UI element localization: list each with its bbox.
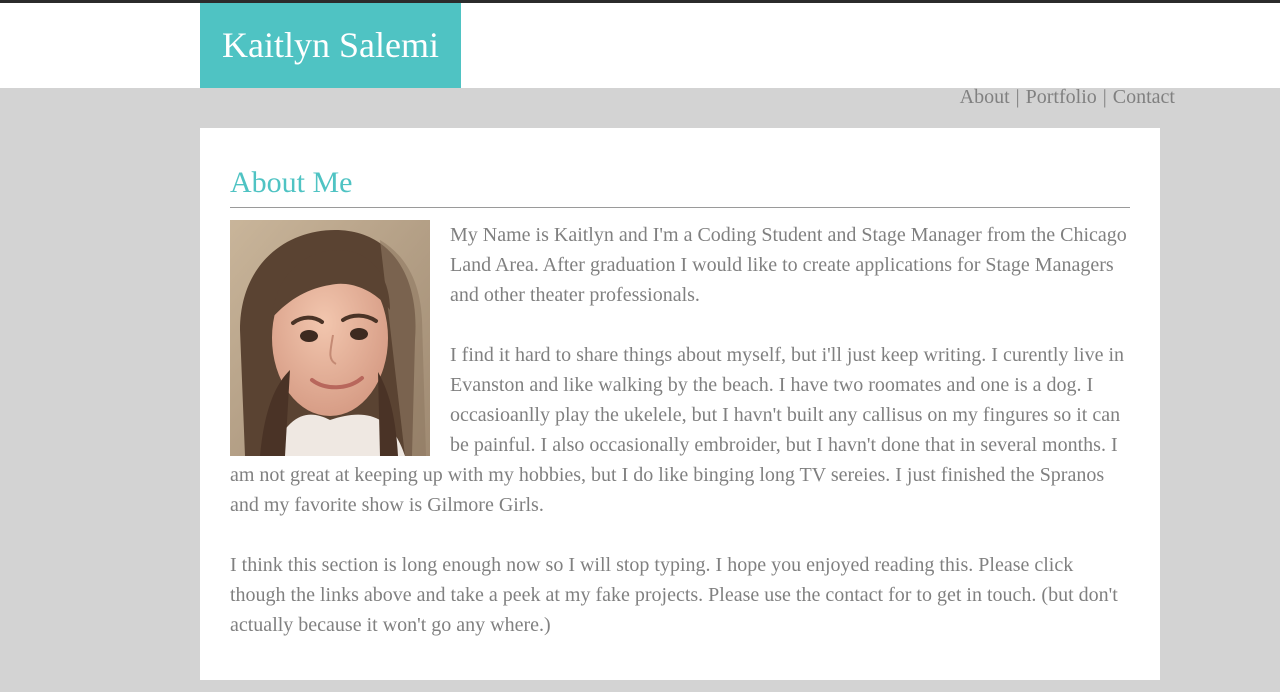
about-content: My Name is Kaitlyn and I'm a Coding Stud…	[230, 220, 1130, 640]
about-paragraph-3: I think this section is long enough now …	[230, 554, 1118, 636]
nav-separator: |	[1015, 86, 1020, 108]
header-bar	[0, 3, 1280, 88]
site-logo-title[interactable]: Kaitlyn Salemi	[200, 3, 461, 88]
nav-link-portfolio[interactable]: Portfolio	[1026, 86, 1097, 108]
profile-photo	[230, 220, 430, 456]
nav-link-contact[interactable]: Contact	[1113, 86, 1175, 108]
page-title: About Me	[230, 165, 1130, 208]
nav-link-about[interactable]: About	[960, 86, 1010, 108]
main-nav: About | Portfolio | Contact	[960, 85, 1175, 109]
about-card: About Me My Name is Kaitlyn and I'm a Co…	[200, 128, 1160, 680]
nav-separator: |	[1102, 86, 1107, 108]
